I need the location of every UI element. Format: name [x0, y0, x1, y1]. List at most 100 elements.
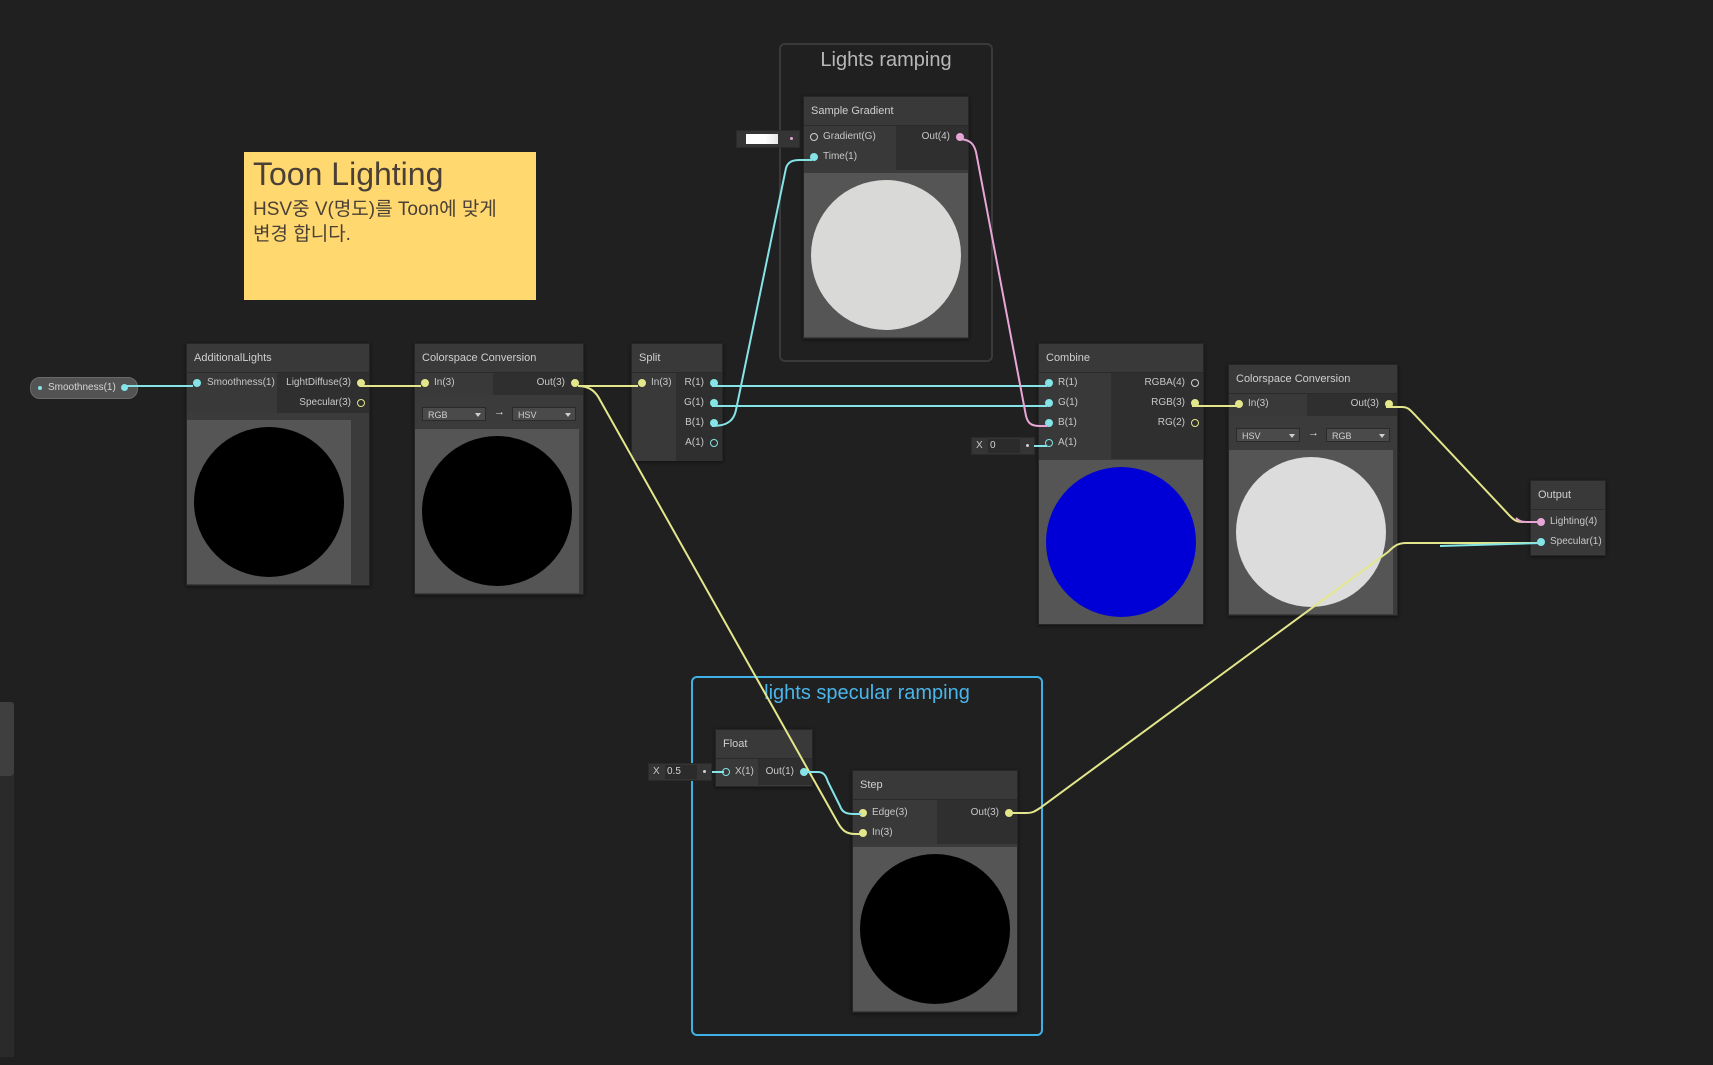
port-specular-out[interactable]: Specular(3)	[277, 393, 369, 413]
port-dot-icon[interactable]	[956, 133, 964, 141]
to-colorspace-dropdown[interactable]: HSV	[512, 407, 576, 421]
node-colorspace-conversion-rgb-hsv[interactable]: Colorspace Conversion In(3) Out(3) RGB →…	[414, 343, 584, 595]
scrollbar-thumb[interactable]	[0, 702, 14, 776]
gradient-field[interactable]	[736, 130, 800, 148]
port-rg-out[interactable]: RG(2)	[1111, 413, 1203, 433]
port-edge-in[interactable]: Edge(3)	[853, 803, 937, 823]
port-gradient-in[interactable]: Gradient(G)	[804, 127, 896, 147]
port-label: R(1)	[1058, 377, 1078, 388]
port-dot-icon[interactable]	[710, 419, 718, 427]
port-out[interactable]: Out(1)	[758, 762, 812, 782]
node-title[interactable]: Output	[1531, 481, 1605, 510]
port-lightdiffuse-out[interactable]: LightDiffuse(3)	[277, 373, 369, 393]
port-out[interactable]: Out(3)	[1307, 394, 1397, 414]
gradient-swatch[interactable]	[746, 134, 778, 144]
to-colorspace-dropdown[interactable]: RGB	[1326, 428, 1390, 442]
node-colorspace-conversion-hsv-rgb[interactable]: Colorspace Conversion In(3) Out(3) HSV →…	[1228, 364, 1398, 616]
node-title[interactable]: Step	[853, 771, 1017, 800]
port-dot-icon[interactable]	[638, 379, 646, 387]
port-lighting-in[interactable]: Lighting(4)	[1531, 512, 1605, 532]
left-scrollbar[interactable]	[0, 702, 14, 1057]
node-sample-gradient[interactable]: Sample Gradient Gradient(G) Time(1) Out(…	[803, 96, 969, 339]
node-title[interactable]: Sample Gradient	[804, 97, 968, 126]
node-title[interactable]: Float	[716, 730, 812, 759]
port-label: Specular(1)	[1550, 536, 1602, 547]
port-a-out[interactable]: A(1)	[676, 433, 722, 453]
node-step[interactable]: Step Edge(3) In(3) Out(3)	[852, 770, 1018, 1013]
port-dot-icon[interactable]	[421, 379, 429, 387]
port-dot-icon[interactable]	[1045, 379, 1053, 387]
port-rgba-out[interactable]: RGBA(4)	[1111, 373, 1203, 393]
port-dot-icon[interactable]	[1537, 538, 1545, 546]
node-output[interactable]: Output Lighting(4) Specular(1)	[1530, 480, 1606, 556]
port-r-in[interactable]: R(1)	[1039, 373, 1111, 393]
port-dot-icon[interactable]	[357, 399, 365, 407]
value-input[interactable]: 0.5	[665, 765, 697, 779]
port-dot-icon[interactable]	[1235, 400, 1243, 408]
port-r-out[interactable]: R(1)	[676, 373, 722, 393]
port-time-in[interactable]: Time(1)	[804, 147, 896, 167]
sticky-note[interactable]: Toon Lighting HSV중 V(명도)를 Toon에 맞게 변경 합니…	[244, 152, 536, 300]
node-title[interactable]: Split	[632, 344, 722, 373]
dropdown-value: RGB	[1332, 431, 1352, 441]
port-in-in[interactable]: In(3)	[853, 823, 937, 843]
combine-a-field[interactable]: X 0	[971, 437, 1035, 455]
port-specular-in[interactable]: Specular(1)	[1531, 532, 1605, 552]
port-b-out[interactable]: B(1)	[676, 413, 722, 433]
port-label: A(1)	[685, 437, 704, 448]
port-out[interactable]: Out(3)	[493, 373, 583, 393]
port-dot-icon[interactable]	[859, 809, 867, 817]
port-dot-icon[interactable]	[1191, 399, 1199, 407]
float-x-field[interactable]: X 0.5	[648, 763, 712, 781]
port-in[interactable]: In(3)	[1229, 394, 1307, 414]
port-dot-icon[interactable]	[1045, 439, 1053, 447]
from-colorspace-dropdown[interactable]: RGB	[422, 407, 486, 421]
port-smoothness-in[interactable]: Smoothness(1)	[187, 373, 277, 393]
port-dot-icon[interactable]	[710, 379, 718, 387]
port-out[interactable]: Out(4)	[896, 127, 968, 147]
node-float[interactable]: Float X(1) Out(1)	[715, 729, 813, 787]
from-colorspace-dropdown[interactable]: HSV	[1236, 428, 1300, 442]
port-dot-icon[interactable]	[1005, 809, 1013, 817]
port-b-in[interactable]: B(1)	[1039, 413, 1111, 433]
port-dot-icon[interactable]	[800, 768, 808, 776]
port-dot-icon[interactable]	[571, 379, 579, 387]
port-out[interactable]: Out(3)	[937, 803, 1017, 823]
port-in[interactable]: In(3)	[632, 373, 676, 393]
sticky-note-title[interactable]: Toon Lighting	[253, 156, 443, 193]
port-x-in[interactable]: X(1)	[716, 762, 758, 782]
port-dot-icon[interactable]	[722, 768, 730, 776]
node-title[interactable]: Combine	[1039, 344, 1203, 373]
port-in[interactable]: In(3)	[415, 373, 493, 393]
sticky-note-body[interactable]: HSV중 V(명도)를 Toon에 맞게 변경 합니다.	[253, 197, 533, 247]
wire-step-output-cyan	[1439, 542, 1541, 547]
smoothness-property-node[interactable]: Smoothness(1)	[30, 377, 138, 399]
port-a-in[interactable]: A(1)	[1039, 433, 1111, 453]
port-dot-icon[interactable]	[810, 153, 818, 161]
node-additional-lights[interactable]: AdditionalLights Smoothness(1) LightDiff…	[186, 343, 370, 586]
port-dot-icon[interactable]	[1045, 419, 1053, 427]
node-combine[interactable]: Combine R(1) G(1) B(1) A(1) RGBA(4) RGB(…	[1038, 343, 1204, 625]
port-g-in[interactable]: G(1)	[1039, 393, 1111, 413]
port-dot-icon[interactable]	[710, 399, 718, 407]
port-dot-icon[interactable]	[859, 829, 867, 837]
node-title[interactable]: Colorspace Conversion	[1229, 365, 1397, 394]
port-dot-icon[interactable]	[357, 379, 365, 387]
node-split[interactable]: Split In(3) R(1) G(1) B(1) A(1)	[631, 343, 723, 461]
port-dot-icon[interactable]	[193, 379, 201, 387]
port-dot-icon[interactable]	[1537, 518, 1545, 526]
port-dot-icon[interactable]	[1045, 399, 1053, 407]
port-dot-icon[interactable]	[1385, 400, 1393, 408]
node-title[interactable]: Colorspace Conversion	[415, 344, 583, 373]
port-dot-icon[interactable]	[1191, 379, 1199, 387]
port-rgb-out[interactable]: RGB(3)	[1111, 393, 1203, 413]
port-dot-icon[interactable]	[810, 133, 818, 141]
port-dot-icon[interactable]	[1191, 419, 1199, 427]
port-g-out[interactable]: G(1)	[676, 393, 722, 413]
group-title[interactable]: lights specular ramping	[693, 682, 1041, 705]
value-input[interactable]: 0	[988, 439, 1020, 453]
node-title[interactable]: AdditionalLights	[187, 344, 369, 373]
property-output-port-icon[interactable]	[121, 384, 128, 391]
group-title[interactable]: Lights ramping	[781, 49, 991, 72]
port-dot-icon[interactable]	[710, 439, 718, 447]
